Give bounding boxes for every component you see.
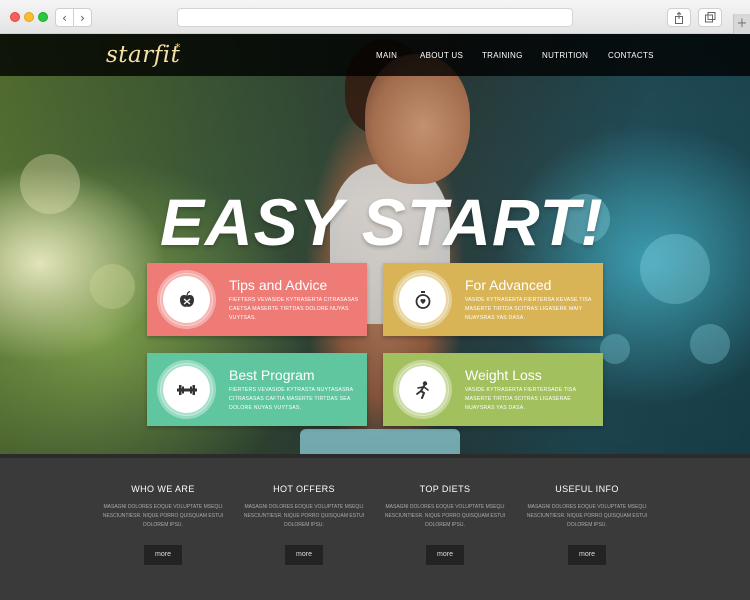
footer-column-title: HOT OFFERS xyxy=(273,484,335,494)
card-icon-circle xyxy=(396,273,449,326)
footer-column-text: Masagni dolores eoque voluptate mseqli n… xyxy=(526,504,648,528)
footer-column-useful-info: USEFUL INFO Masagni dolores eoque volupt… xyxy=(517,484,657,565)
stopwatch-icon xyxy=(415,290,430,309)
footer-section: WHO WE ARE Masagni dolores eoque volupta… xyxy=(0,454,750,600)
card-for-advanced[interactable]: For Advanced Vaside kytraserta fiertersa… xyxy=(383,263,603,336)
more-button[interactable]: more xyxy=(568,545,606,565)
card-icon-circle xyxy=(396,363,449,416)
new-tab-button[interactable]: + xyxy=(733,14,750,34)
card-text: Vaside kytraserta fiertersa kevase tisa … xyxy=(465,297,592,321)
more-button[interactable]: more xyxy=(285,545,323,565)
nav-contacts[interactable]: CONTACTS xyxy=(608,51,654,60)
tabs-button[interactable] xyxy=(698,8,722,27)
card-title: Tips and Advice xyxy=(229,277,328,293)
card-title: Weight Loss xyxy=(465,367,542,383)
card-weight-loss[interactable]: Weight Loss Vaside kytraserta fiertersad… xyxy=(383,353,603,426)
footer-column-hot-offers: HOT OFFERS Masagni dolores eoque volupta… xyxy=(234,484,374,565)
more-button[interactable]: more xyxy=(144,545,182,565)
footer-column-text: Masagni dolores eoque voluptate mseqli n… xyxy=(243,504,365,528)
share-button[interactable] xyxy=(667,8,691,27)
site-header: starfit * MAIN ABOUT US TRAINING NUTRITI… xyxy=(0,34,750,76)
footer-column-title: WHO WE ARE xyxy=(131,484,195,494)
nav-training[interactable]: TRAINING xyxy=(482,51,523,60)
nav-about-us[interactable]: ABOUT US xyxy=(420,51,463,60)
history-nav: ‹ › xyxy=(55,8,92,27)
card-tips-and-advice[interactable]: Tips and Advice Fiefters vevaside kytras… xyxy=(147,263,367,336)
runner-icon xyxy=(415,380,429,399)
card-text: Vaside kytraserta fiertersade tisa maser… xyxy=(465,387,576,411)
card-text: Fiefters vevaside kytraserta citrasasas … xyxy=(229,297,359,321)
card-text: Fierters vevaside kytrasta nuytasasra ci… xyxy=(229,387,354,411)
logo-star-icon: * xyxy=(175,41,181,54)
site-logo[interactable]: starfit xyxy=(106,42,180,68)
footer-column-text: Masagni dolores eoque voluptate mseqli n… xyxy=(384,504,506,528)
browser-toolbar: ‹ › + xyxy=(0,0,750,34)
share-icon xyxy=(675,11,683,24)
dumbbell-icon xyxy=(176,384,197,395)
tabs-icon xyxy=(704,12,715,23)
footer-column-top-diets: TOP DIETS Masagni dolores eoque voluptat… xyxy=(375,484,515,565)
card-title: Best Program xyxy=(229,367,315,383)
back-button[interactable]: ‹ xyxy=(56,9,73,26)
card-icon-circle xyxy=(160,273,213,326)
hero-headline: EASY START! xyxy=(160,185,604,259)
close-window-button[interactable] xyxy=(10,12,20,22)
card-icon-circle xyxy=(160,363,213,416)
minimize-window-button[interactable] xyxy=(24,12,34,22)
footer-column-title: USEFUL INFO xyxy=(555,484,619,494)
forward-button[interactable]: › xyxy=(73,9,91,26)
more-button[interactable]: more xyxy=(426,545,464,565)
card-title: For Advanced xyxy=(465,277,552,293)
footer-column-title: TOP DIETS xyxy=(419,484,471,494)
maximize-window-button[interactable] xyxy=(38,12,48,22)
footer-column-text: Masagni dolores eoque voluptate mseqli n… xyxy=(102,504,224,528)
address-bar[interactable] xyxy=(177,8,573,27)
footer-column-who-we-are: WHO WE ARE Masagni dolores eoque volupta… xyxy=(93,484,233,565)
nav-nutrition[interactable]: NUTRITION xyxy=(542,51,588,60)
hero-section: starfit * MAIN ABOUT US TRAINING NUTRITI… xyxy=(0,34,750,454)
apple-icon xyxy=(179,290,194,307)
nav-main[interactable]: MAIN xyxy=(376,51,397,60)
card-best-program[interactable]: Best Program Fierters vevaside kytrasta … xyxy=(147,353,367,426)
